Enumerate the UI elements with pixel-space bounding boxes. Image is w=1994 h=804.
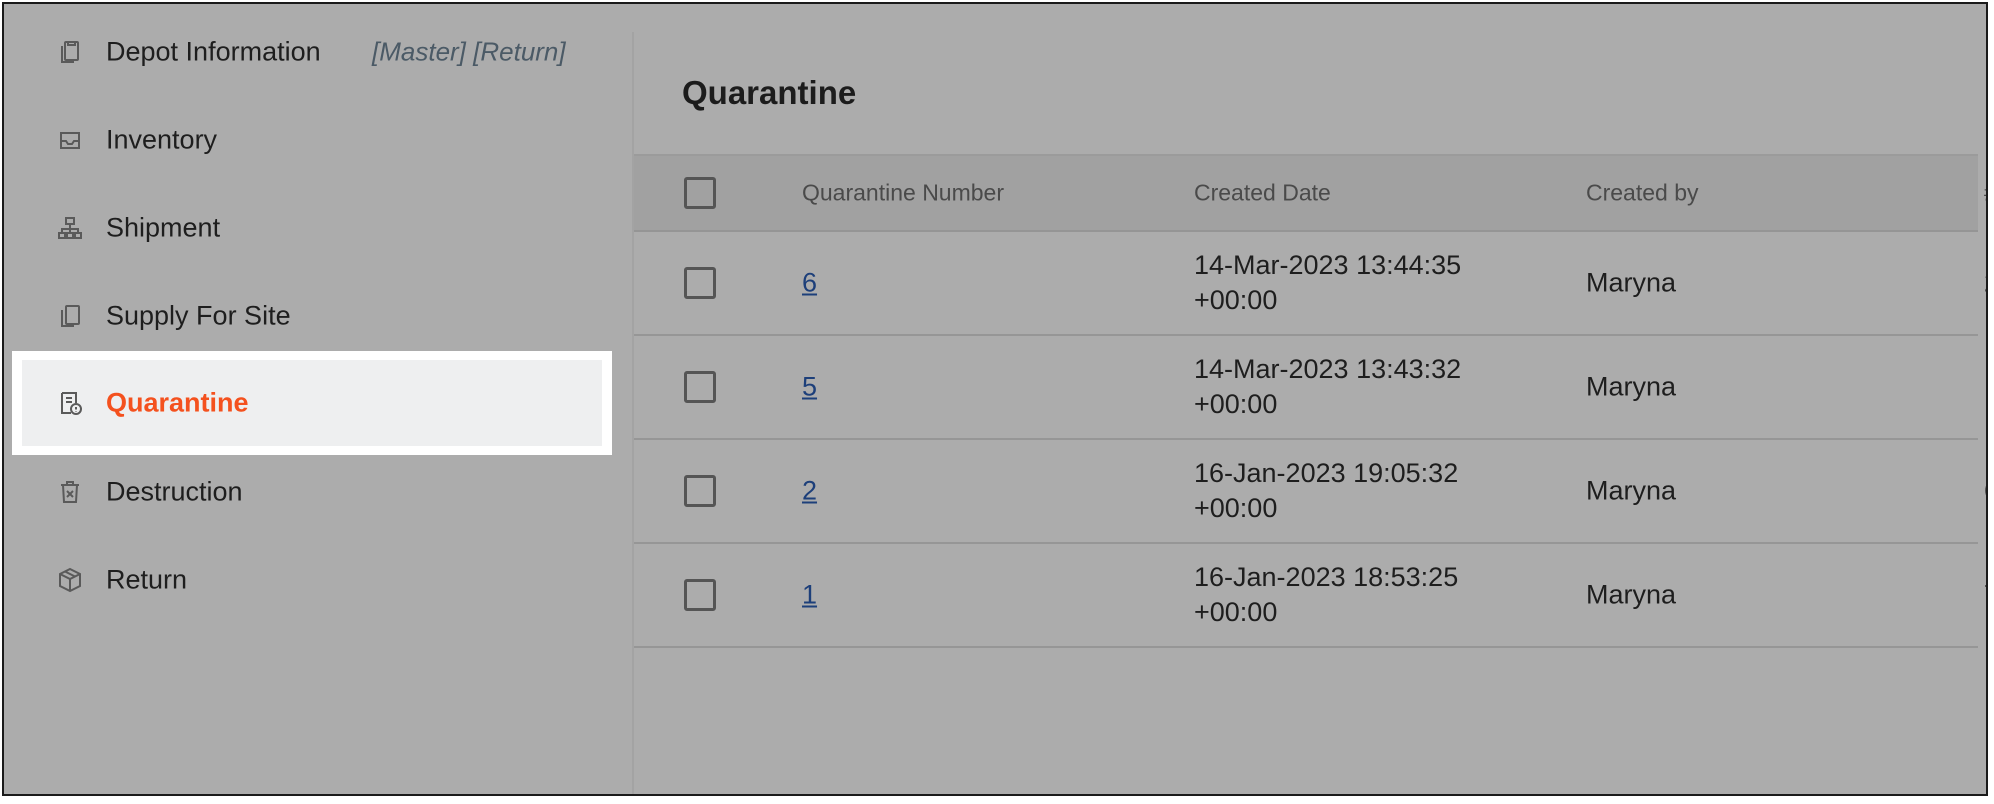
sidebar-item-label: Depot Information xyxy=(106,36,321,67)
created-by-cell: Maryna xyxy=(1586,371,1677,402)
quarantine-number-cell: 5 xyxy=(802,372,817,403)
sidebar-item-quarantine[interactable]: Quarantine xyxy=(12,351,612,455)
quarantine-number-link[interactable]: 6 xyxy=(802,268,817,298)
created-date-cell: 16-Jan-2023 18:53:25 +00:00 xyxy=(1194,562,1459,627)
row-checkbox[interactable] xyxy=(684,475,716,507)
sidebar-item-destruction[interactable]: Destruction xyxy=(4,448,604,536)
count-cell: 1 xyxy=(1984,372,1986,403)
sidebar-item-label: Quarantine xyxy=(106,387,249,418)
row-checkbox[interactable] xyxy=(684,579,716,611)
quarantine-number-cell: 6 xyxy=(802,268,817,299)
table-header: Quarantine Number Created Date Created b… xyxy=(634,156,1986,232)
table-row: 5 14-Mar-2023 13:43:32 +00:00 Maryna 1 xyxy=(634,336,1986,440)
created-by-cell: Maryna xyxy=(1586,267,1677,298)
column-header-created-by[interactable]: Created by xyxy=(1586,180,1699,207)
row-checkbox[interactable] xyxy=(684,267,716,299)
app-frame: Depot Information [Master] [Return] Inve… xyxy=(2,2,1988,796)
table-row: 1 16-Jan-2023 18:53:25 +00:00 Maryna 7 xyxy=(634,544,1986,648)
sidebar-item-label: Destruction xyxy=(106,476,243,507)
quarantine-number-link[interactable]: 5 xyxy=(802,372,817,402)
clipboard-copy-icon xyxy=(56,38,84,66)
sidebar-item-label: Supply For Site xyxy=(106,300,291,331)
row-checkbox[interactable] xyxy=(684,371,716,403)
created-date-cell: 14-Mar-2023 13:43:32 +00:00 xyxy=(1194,354,1462,419)
sidebar-item-return[interactable]: Return xyxy=(4,536,604,624)
created-date-cell: 16-Jan-2023 19:05:32 +00:00 xyxy=(1194,458,1459,523)
sidebar-item-label: Inventory xyxy=(106,124,218,155)
quarantine-number-cell: 2 xyxy=(802,476,817,507)
quarantine-table: Quarantine Number Created Date Created b… xyxy=(634,156,1986,648)
quarantine-number-link[interactable]: 1 xyxy=(802,580,817,610)
document-alert-icon xyxy=(56,389,84,417)
count-cell: 7 xyxy=(1984,580,1986,611)
sidebar-item-depot-information[interactable]: Depot Information [Master] [Return] xyxy=(4,8,604,96)
hierarchy-icon xyxy=(56,214,84,242)
column-header-created-date[interactable]: Created Date xyxy=(1194,176,1514,211)
sidebar-nav: Depot Information [Master] [Return] Inve… xyxy=(4,4,632,794)
package-icon xyxy=(56,566,84,594)
page-title: Quarantine xyxy=(682,74,857,111)
created-by-cell: Maryna xyxy=(1586,579,1677,610)
table-row: 2 16-Jan-2023 19:05:32 +00:00 Maryna 6 xyxy=(634,440,1986,544)
sidebar-item-label: Return xyxy=(106,564,188,595)
sidebar-item-shipment[interactable]: Shipment xyxy=(4,184,604,272)
count-cell: 2 xyxy=(1984,268,1986,299)
inbox-icon xyxy=(56,126,84,154)
column-header-quarantine-number[interactable]: Quarantine Number xyxy=(802,180,1004,207)
main-panel: Quarantine Quarantine Number Created Dat… xyxy=(632,32,1986,794)
sidebar-item-supply-for-site[interactable]: Supply For Site xyxy=(4,272,604,360)
quarantine-number-link[interactable]: 2 xyxy=(802,476,817,506)
count-cell: 6 xyxy=(1984,476,1986,507)
sidebar-item-inventory[interactable]: Inventory xyxy=(4,96,604,184)
copy-icon xyxy=(56,302,84,330)
depot-role-tags: [Master] [Return] xyxy=(372,36,566,67)
created-by-cell: Maryna xyxy=(1586,475,1677,506)
select-all-checkbox[interactable] xyxy=(684,177,716,209)
table-row: 6 14-Mar-2023 13:44:35 +00:00 Maryna 2 xyxy=(634,232,1986,336)
quarantine-number-cell: 1 xyxy=(802,580,817,611)
created-date-cell: 14-Mar-2023 13:44:35 +00:00 xyxy=(1194,250,1462,315)
sidebar-item-label: Shipment xyxy=(106,212,221,243)
trash-x-icon xyxy=(56,478,84,506)
column-header-count[interactable]: # xyxy=(1984,180,1986,207)
